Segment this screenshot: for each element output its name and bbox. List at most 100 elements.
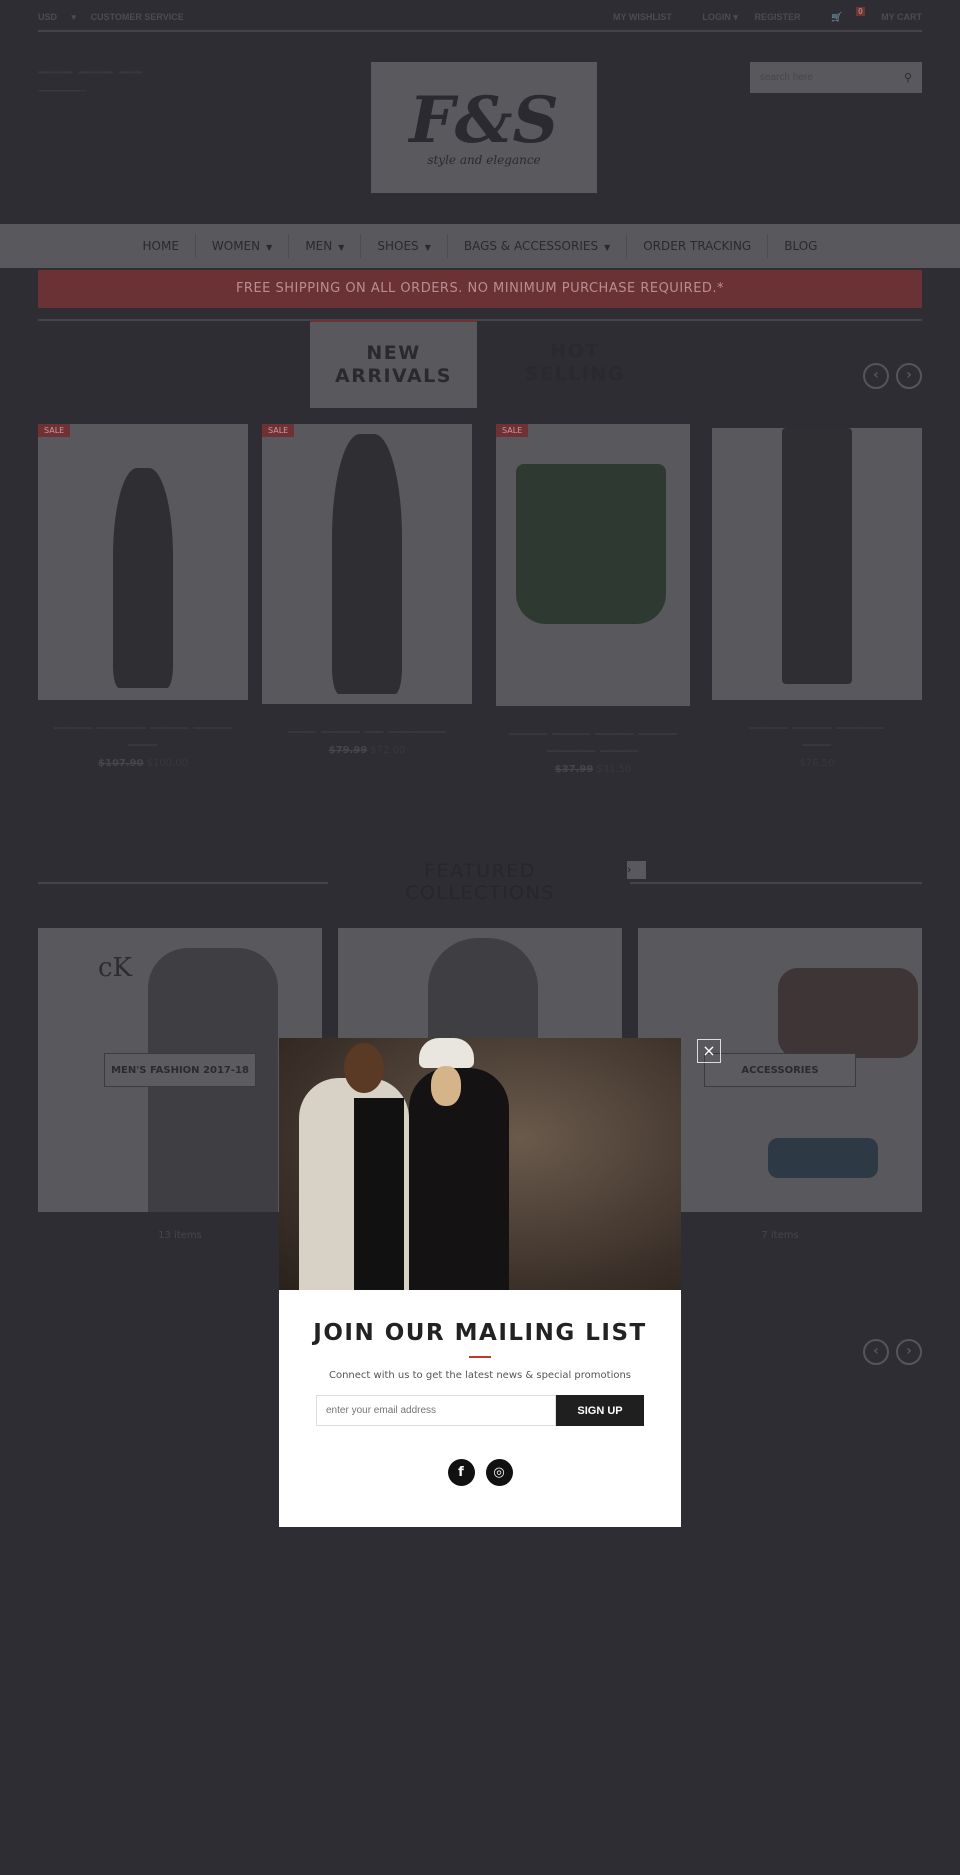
cart-link[interactable]: 🛒 0 MY CART [817, 7, 922, 23]
nav-label: HOME [142, 239, 179, 253]
shipping-banner: FREE SHIPPING ON ALL ORDERS. NO MINIMUM … [38, 270, 922, 308]
collection-label[interactable]: ACCESSORIES [704, 1053, 856, 1087]
divider [38, 882, 328, 884]
caret-down-icon: ▼ [424, 243, 431, 252]
cart-icon: 🛒 [830, 12, 843, 22]
sale-badge: SALE [496, 424, 529, 437]
product-price: $76.50 [712, 758, 922, 769]
nav-shoes[interactable]: SHOES ▼ [361, 234, 448, 258]
product-image[interactable]: SALE [38, 424, 248, 700]
signup-form: SIGN UP [316, 1395, 644, 1426]
old-price: $37.99 [554, 764, 594, 775]
sale-price: $31.50 [596, 764, 632, 775]
cart-label: MY CART [881, 12, 922, 22]
divider [38, 319, 922, 321]
featured-collections-title: FEATURED COLLECTIONS [405, 860, 555, 904]
product-image[interactable] [712, 428, 922, 700]
login-label: LOGIN [702, 12, 731, 22]
product-price: $37.99 $31.50 [496, 764, 690, 775]
social-links: f ◎ [279, 1459, 681, 1486]
product-name[interactable]: ▁▁▁▁ ▁▁▁▁▁ ▁▁▁▁ ▁▁▁▁ ▁▁▁ [38, 714, 248, 748]
modal-subtitle: Connect with us to get the latest news &… [328, 1370, 632, 1381]
belt-image [778, 968, 918, 1058]
logo-tagline: style and elegance [427, 152, 541, 167]
nav-label: WOMEN [211, 239, 261, 253]
top-bar: USD ▾ CUSTOMER SERVICE MY WISHLIST LOGIN… [38, 7, 922, 32]
product-name[interactable]: ▁▁▁▁ ▁▁▁▁ ▁▁▁▁▁ ▁▁▁ [712, 714, 922, 748]
product-name[interactable]: ▁▁▁ ▁▁▁▁ ▁▁ ▁▁▁▁▁▁ [262, 718, 472, 735]
close-icon[interactable]: × [697, 1039, 721, 1063]
leggings-figure [782, 428, 852, 684]
sale-price: $72.00 [370, 745, 406, 756]
search-input[interactable] [760, 72, 904, 83]
register-link[interactable]: REGISTER [754, 12, 800, 22]
caret-down-icon: ▼ [604, 243, 611, 252]
tab-new-arrivals[interactable]: NEW ARRIVALS [310, 320, 477, 408]
title-underline [469, 1356, 491, 1358]
caret-down-icon: ▼ [266, 243, 273, 252]
product-image[interactable]: SALE [496, 424, 690, 706]
sale-badge: SALE [262, 424, 295, 437]
nav-label: MEN [305, 239, 333, 253]
wishlist-link[interactable]: MY WISHLIST [613, 12, 672, 22]
nav-label: BLOG [784, 239, 818, 253]
nav-order-tracking[interactable]: ORDER TRACKING [627, 234, 769, 258]
currency-selector[interactable]: USD ▾ [38, 12, 76, 23]
newsletter-modal: JOIN OUR MAILING LIST Connect with us to… [279, 1038, 681, 1527]
divider [630, 882, 922, 884]
next-arrow-icon[interactable]: › [896, 1339, 922, 1365]
sale-badge: SALE [38, 424, 71, 437]
cart-count: 0 [856, 7, 865, 16]
modal-image [279, 1038, 681, 1290]
price: $76.50 [799, 758, 835, 769]
signup-button[interactable]: SIGN UP [556, 1395, 644, 1426]
sale-price: $100.00 [146, 758, 188, 769]
logo-monogram: F&S [409, 82, 559, 158]
header-promo-sub: ▁▁▁▁▁▁▁ [38, 82, 87, 92]
old-price: $107.90 [98, 758, 144, 769]
product-image[interactable]: SALE [262, 424, 472, 704]
ck-logo: cK [98, 953, 132, 983]
tab-hot-selling[interactable]: HOT SELLING [500, 340, 650, 386]
nav-women[interactable]: WOMEN ▼ [196, 234, 290, 258]
nav-home[interactable]: HOME [127, 234, 196, 258]
prev-arrow-icon[interactable]: ‹ [863, 363, 889, 389]
facebook-icon[interactable]: f [447, 1459, 475, 1486]
next-arrow-icon[interactable]: › [896, 363, 922, 389]
email-input[interactable] [316, 1395, 556, 1426]
instagram-icon[interactable]: ◎ [485, 1459, 513, 1486]
product-card[interactable]: SALE ▁▁▁▁ ▁▁▁▁▁ ▁▁▁▁ ▁▁▁▁ ▁▁▁ $107.90 $100… [38, 424, 248, 769]
header-promo: ▁▁▁ ▁▁▁ ▁▁ [38, 58, 144, 74]
login-dropdown[interactable]: LOGIN ▾ [688, 12, 738, 23]
product-card[interactable]: SALE ▁▁▁▁ ▁▁▁▁ ▁▁▁▁ ▁▁▁▁ ▁▁▁▁▁ ▁▁▁▁ $37.9… [496, 424, 690, 775]
product-name[interactable]: ▁▁▁▁ ▁▁▁▁ ▁▁▁▁ ▁▁▁▁ ▁▁▁▁▁ ▁▁▁▁ [496, 720, 690, 754]
fur-hood [344, 1043, 384, 1093]
skirt-print [516, 464, 666, 624]
nav-label: ORDER TRACKING [643, 239, 752, 253]
modal-title: JOIN OUR MAILING LIST [313, 1320, 647, 1346]
product-card[interactable]: ▁▁▁▁ ▁▁▁▁ ▁▁▁▁▁ ▁▁▁ $76.50 [712, 428, 922, 769]
fur-hat [419, 1038, 474, 1068]
nav-bags-accessories[interactable]: BAGS & ACCESSORIES ▼ [448, 234, 628, 258]
face [431, 1066, 461, 1106]
caret-down-icon: ▼ [338, 243, 345, 252]
logo[interactable]: F&S style and elegance [371, 62, 597, 193]
collection-label[interactable]: MEN'S FASHION 2017-18 [104, 1053, 256, 1087]
nav-blog[interactable]: BLOG [768, 234, 833, 258]
dress-figure [113, 468, 173, 688]
product-price: $79.99 $72.00 [262, 745, 472, 756]
search-box: ⚲ [750, 62, 922, 93]
suit-figure [354, 1098, 404, 1290]
product-price: $107.90 $100.00 [38, 758, 248, 769]
search-icon[interactable]: ⚲ [904, 71, 912, 84]
nav-label: BAGS & ACCESSORIES [463, 239, 599, 253]
prev-arrow-icon[interactable]: ‹ [863, 1339, 889, 1365]
product-card[interactable]: SALE ▁▁▁ ▁▁▁▁ ▁▁ ▁▁▁▁▁▁ $79.99 $72.00 [262, 424, 472, 756]
chevron-right-icon[interactable]: › [627, 861, 646, 879]
customer-service-link[interactable]: CUSTOMER SERVICE [91, 12, 184, 22]
sunglasses-image [768, 1138, 878, 1178]
nav-label: SHOES [377, 239, 419, 253]
nav-men[interactable]: MEN ▼ [289, 234, 362, 258]
old-price: $79.99 [328, 745, 368, 756]
main-nav: HOME WOMEN ▼ MEN ▼ SHOES ▼ BAGS & ACCESSORI… [0, 224, 960, 268]
